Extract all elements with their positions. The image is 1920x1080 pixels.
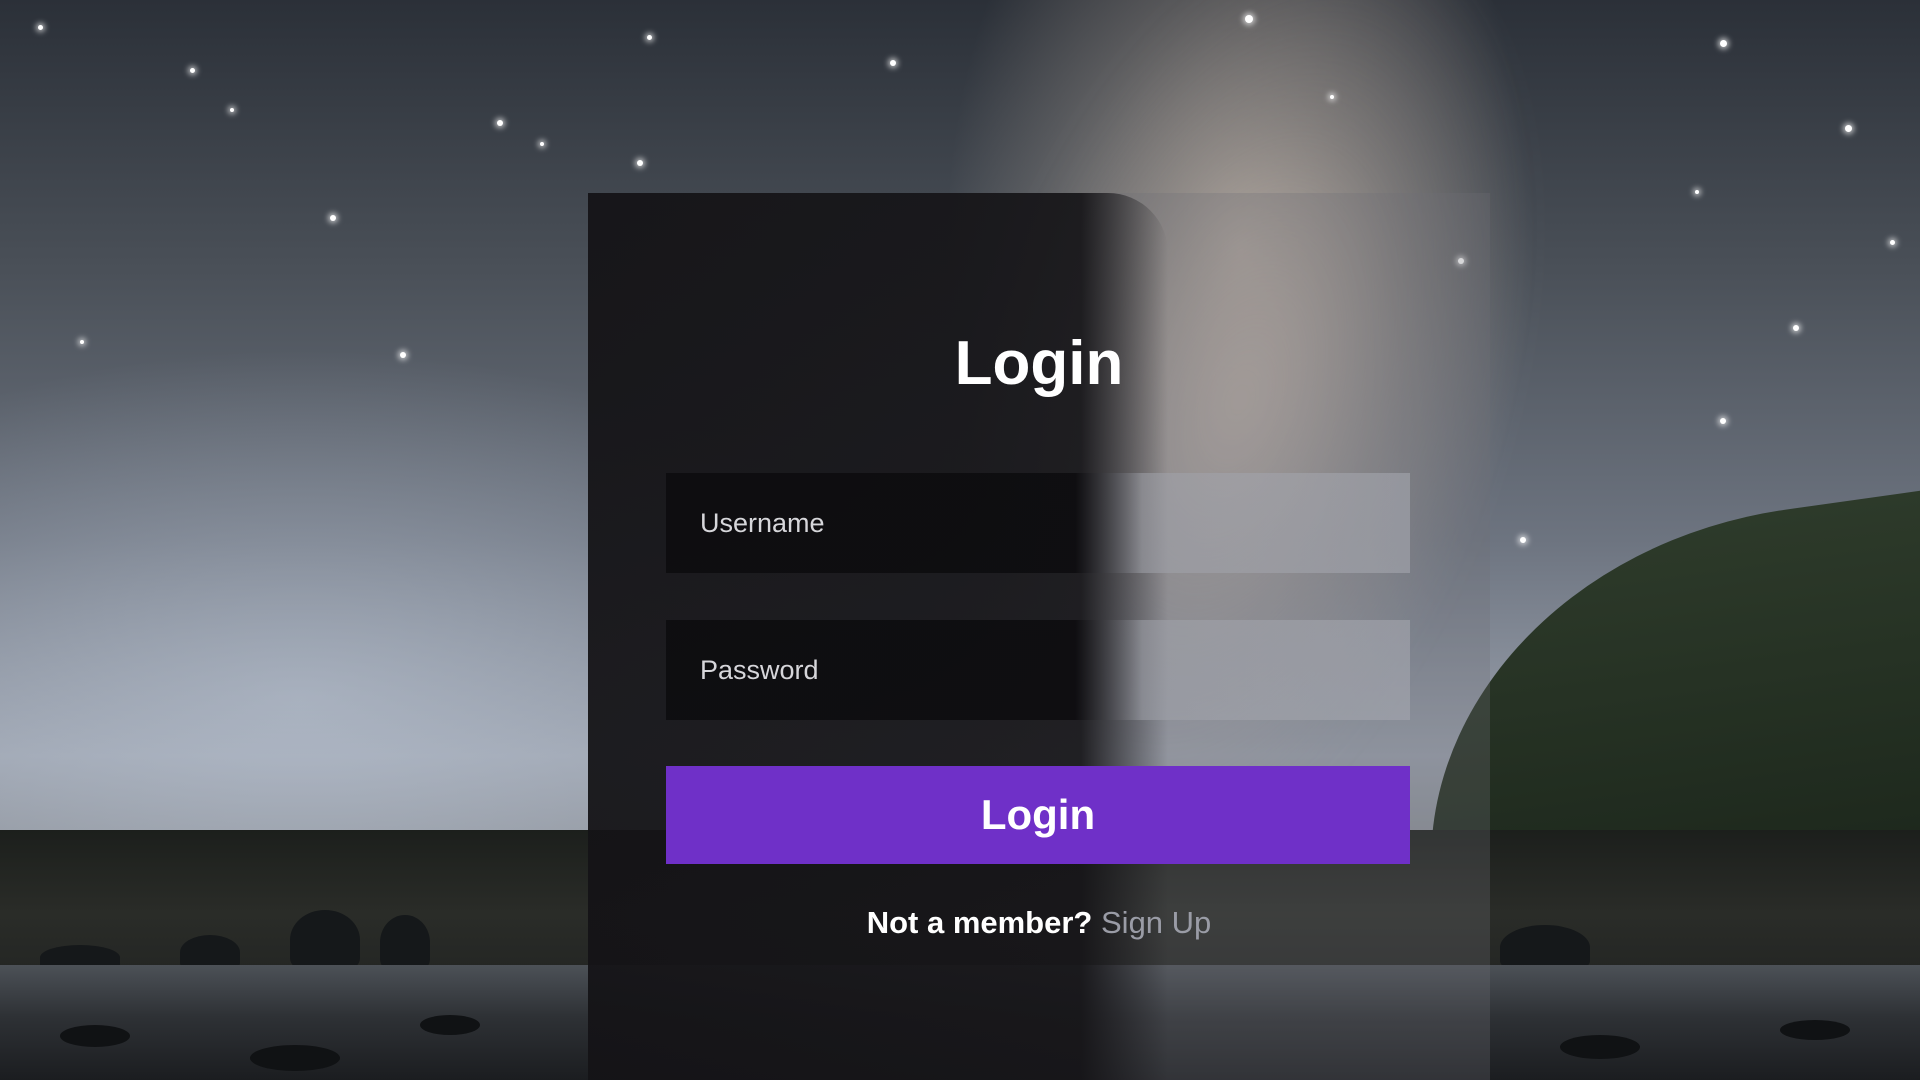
rock [60,1025,130,1047]
star [540,142,544,146]
star [637,160,643,166]
login-title: Login [954,329,1124,398]
star [1245,15,1253,23]
tree [380,915,430,970]
star [1330,95,1334,99]
rock [1780,1020,1850,1040]
password-input[interactable] [666,620,1410,720]
star [1720,418,1726,424]
star [1520,537,1526,543]
star [497,120,503,126]
star [1845,125,1852,132]
star [1720,40,1727,47]
star [1890,240,1895,245]
star [890,60,896,66]
star [190,68,195,73]
signup-link[interactable]: Sign Up [1101,905,1211,940]
star [1793,325,1799,331]
star [1695,190,1699,194]
tree [1500,925,1590,970]
star [38,25,43,30]
login-button[interactable]: Login [666,766,1410,864]
signup-line: Not a member? Sign Up [588,905,1490,941]
star [80,340,84,344]
star [230,108,234,112]
signup-prompt: Not a member? [866,905,1093,940]
login-panel: Login Login Not a member? Sign Up [588,193,1490,1080]
star [330,215,336,221]
star [400,352,406,358]
star [647,35,652,40]
username-input[interactable] [666,473,1410,573]
tree [290,910,360,970]
rock [420,1015,480,1035]
rock [250,1045,340,1071]
rock [1560,1035,1640,1059]
